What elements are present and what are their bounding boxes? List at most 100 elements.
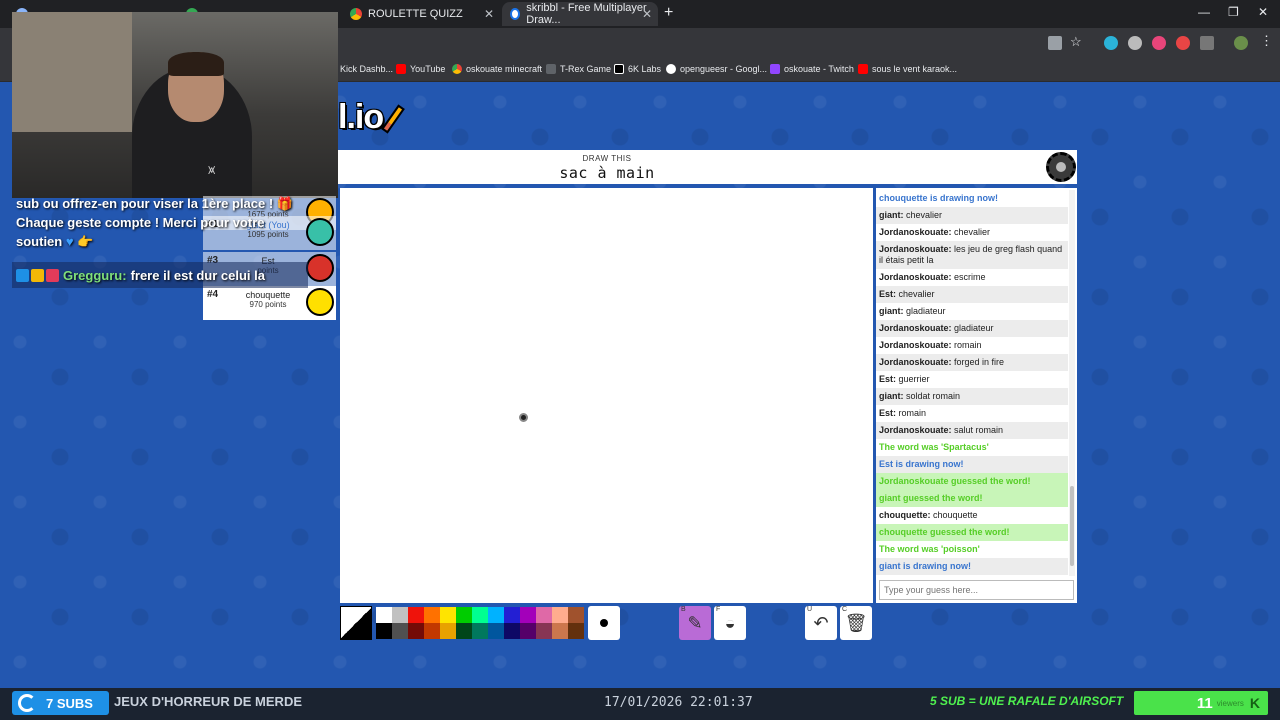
chat-list[interactable]: chouquette is drawing now! giant: chevali…	[876, 190, 1068, 576]
palette-color[interactable]	[520, 607, 536, 623]
current-word: sac à main	[559, 164, 655, 182]
selected-color-preview[interactable]	[340, 606, 372, 640]
palette-color[interactable]	[472, 623, 488, 639]
heart-icon: ♥	[65, 234, 74, 249]
chat-message: Est: romain	[876, 405, 1068, 422]
kick-icon: K	[1249, 695, 1260, 711]
extension-icon[interactable]	[1128, 36, 1142, 50]
palette-color[interactable]	[520, 623, 536, 639]
tab-roulette-quizz[interactable]: ROULETTE QUIZZ ✕	[342, 2, 500, 26]
player-avatar	[306, 218, 334, 246]
close-tab-icon[interactable]: ✕	[642, 7, 652, 21]
palette-color[interactable]	[392, 623, 408, 639]
drawing-toolbar: B ✎ F ◒ U ↶ C 🗑	[340, 606, 880, 640]
minimize-button[interactable]: —	[1198, 5, 1210, 19]
palette-color[interactable]	[504, 607, 520, 623]
chat-username: Jordanoskouate:	[879, 357, 952, 367]
palette-color[interactable]	[536, 623, 552, 639]
menu-dots-icon[interactable]: ⋮	[1260, 33, 1274, 48]
stream-promo: 5 SUB = UNE RAFALE D'AIRSOFT	[930, 694, 1124, 708]
chat-message: giant: gladiateur	[876, 303, 1068, 320]
palette-color[interactable]	[440, 607, 456, 623]
palette-color[interactable]	[552, 623, 568, 639]
bookmark-item[interactable]: oskouate - Twitch	[770, 64, 854, 74]
chat-text: forged in fire	[951, 357, 1005, 367]
palette-color[interactable]	[488, 623, 504, 639]
chat-message: chouquette: chouquette	[876, 507, 1068, 524]
alert-line: Chaque geste compte ! Merci pour votre s…	[16, 215, 265, 249]
undo-icon: ↶	[813, 612, 829, 633]
brush-size-button[interactable]	[588, 606, 620, 640]
tab-skribbl[interactable]: skribbl - Free Multiplayer Draw... ✕	[502, 2, 658, 26]
palette-color[interactable]	[440, 623, 456, 639]
bookmark-item[interactable]: YouTube	[396, 64, 445, 74]
palette-color[interactable]	[424, 607, 440, 623]
chat-message: Jordanoskouate: chevalier	[876, 224, 1068, 241]
player-card[interactable]: #4 chouquette 970 points	[203, 286, 336, 320]
bookmark-item[interactable]: 6K Labs	[614, 64, 661, 74]
fill-tool-button[interactable]: F ◒	[714, 606, 746, 640]
chat-text: escrime	[951, 272, 986, 282]
chat-username: Est:	[879, 289, 897, 299]
maximize-button[interactable]: ❐	[1228, 5, 1239, 19]
palette-color[interactable]	[456, 607, 472, 623]
chat-message: giant: chevalier	[876, 207, 1068, 224]
bookmark-item[interactable]: opengueesr - Googl...	[666, 64, 767, 74]
chat-message: The word was 'poisson'	[879, 544, 980, 554]
bookmark-item[interactable]: oskouate minecraft	[452, 64, 542, 74]
pen-tool-button[interactable]: B ✎	[679, 606, 711, 640]
palette-color[interactable]	[552, 607, 568, 623]
puzzle-icon[interactable]	[1200, 36, 1214, 50]
palette-color[interactable]	[504, 623, 520, 639]
extension-icon[interactable]	[1152, 36, 1166, 50]
bookmark-item[interactable]: Kick Dashb...	[340, 64, 393, 74]
drawing-canvas[interactable]	[340, 188, 873, 603]
subs-icon	[18, 694, 36, 712]
palette-color[interactable]	[424, 623, 440, 639]
chat-message: The word was 'Spartacus'	[879, 442, 989, 452]
hoodie-logo: ⩙	[208, 162, 216, 177]
chat-message: Jordanoskouate: forged in fire	[876, 354, 1068, 371]
bookmark-item[interactable]: sous le vent karaok...	[858, 64, 957, 74]
close-tab-icon[interactable]: ✕	[484, 7, 494, 21]
palette-color[interactable]	[376, 623, 392, 639]
chat-message: chouquette guessed the word!	[876, 524, 1068, 541]
chat-text: romain	[896, 408, 927, 418]
palette-color[interactable]	[472, 607, 488, 623]
guess-input[interactable]	[879, 580, 1074, 600]
palette-color[interactable]	[408, 607, 424, 623]
crown-icon	[31, 268, 44, 282]
extension-icon[interactable]	[1104, 36, 1118, 50]
chat-text: salut romain	[951, 425, 1004, 435]
close-window-button[interactable]: ✕	[1258, 5, 1268, 19]
chat-text: guerrier	[896, 374, 930, 384]
settings-gear-icon[interactable]	[1046, 152, 1076, 182]
bookmark-star-icon[interactable]: ☆	[1070, 34, 1084, 49]
new-tab-button[interactable]: +	[664, 4, 673, 22]
chat-scroll-thumb[interactable]	[1070, 486, 1074, 566]
badge-icon	[16, 268, 29, 282]
palette-color[interactable]	[536, 607, 552, 623]
palette-color[interactable]	[568, 607, 584, 623]
viewer-count: 11 viewers K	[1134, 691, 1268, 715]
chat-scrollbar[interactable]	[1069, 190, 1075, 576]
clear-button[interactable]: C 🗑	[840, 606, 872, 640]
chat-username: giant:	[879, 306, 904, 316]
palette-color[interactable]	[376, 607, 392, 623]
palette-color[interactable]	[456, 623, 472, 639]
palette-color[interactable]	[392, 607, 408, 623]
player-avatar	[306, 288, 334, 316]
translate-icon[interactable]	[1048, 36, 1062, 50]
undo-button[interactable]: U ↶	[805, 606, 837, 640]
badge-icon	[46, 268, 59, 282]
avatar[interactable]	[1234, 36, 1248, 50]
chat-message: Jordanoskouate guessed the word!	[876, 473, 1068, 490]
extension-icon[interactable]	[1176, 36, 1190, 50]
palette-color[interactable]	[488, 607, 504, 623]
bookmark-item[interactable]: T-Rex Game	[546, 64, 611, 74]
palette-color[interactable]	[408, 623, 424, 639]
chat-username: chouquette:	[879, 510, 931, 520]
chat-username: Jordanoskouate:	[879, 425, 952, 435]
palette-color[interactable]	[568, 623, 584, 639]
chat-text: gladiateur	[951, 323, 994, 333]
